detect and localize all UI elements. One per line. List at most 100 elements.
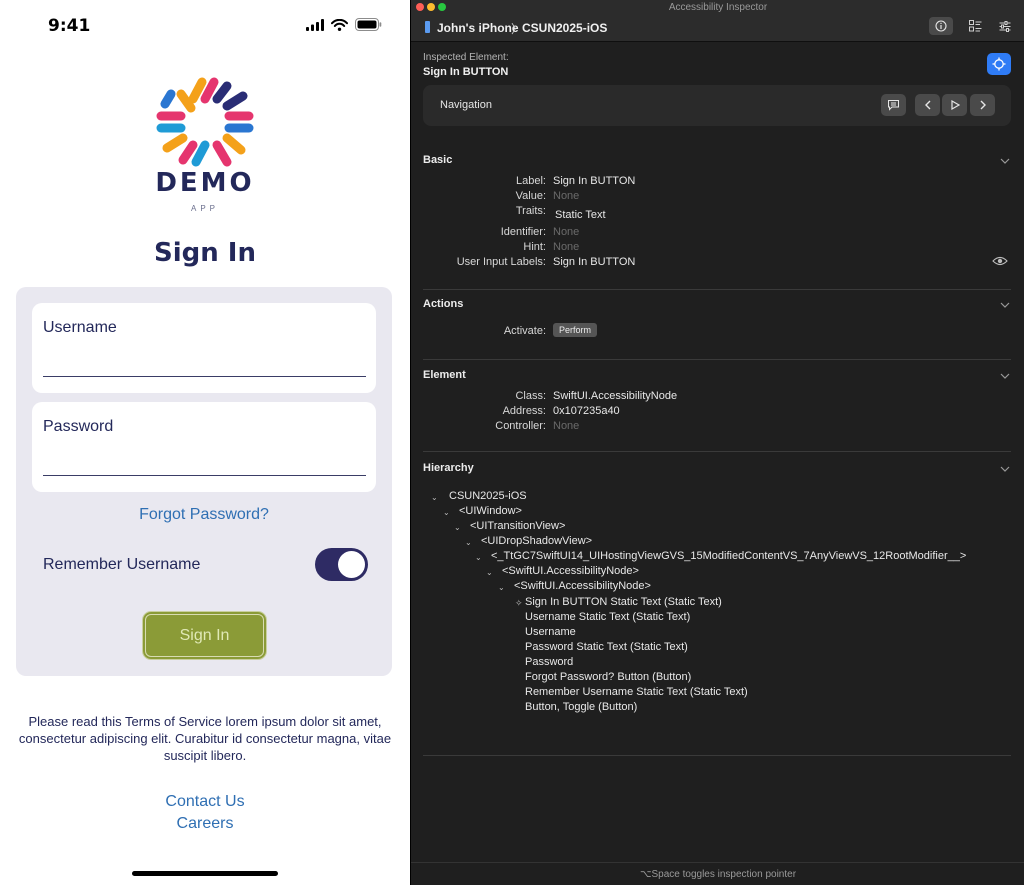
previous-element-button[interactable] — [915, 94, 940, 116]
perform-button[interactable]: Perform — [553, 323, 598, 337]
value-value: None — [553, 190, 580, 202]
controller-key: Controller: — [495, 420, 546, 432]
value-key: Value: — [515, 190, 546, 202]
address-key: Address: — [502, 405, 546, 417]
window-titlebar: Accessibility Inspector John's iPhone 〉 … — [411, 0, 1024, 42]
section-divider — [423, 755, 1011, 756]
page-title: Sign In — [154, 238, 256, 268]
inspection-pointer-hint: ⌥Space toggles inspection pointer — [639, 869, 797, 880]
disclosure-chevron-icon[interactable]: ⌄ — [443, 508, 450, 517]
toggle-knob — [338, 551, 365, 578]
hierarchy-node[interactable]: CSUN2025-iOS — [449, 490, 527, 502]
navigation-label: Navigation — [440, 99, 492, 111]
section-divider — [423, 359, 1011, 360]
chevron-right-icon — [980, 100, 986, 110]
hierarchy-node[interactable]: Remember Username Static Text (Static Te… — [525, 686, 748, 698]
play-icon — [950, 100, 960, 110]
forgot-password-link[interactable]: Forgot Password? — [16, 506, 392, 524]
sign-in-button[interactable]: Sign In — [142, 611, 267, 660]
hierarchy-node[interactable]: Forgot Password? Button (Button) — [525, 671, 691, 683]
hierarchy-node[interactable]: <SwiftUI.AccessibilityNode> — [514, 580, 651, 592]
chevron-left-icon — [924, 100, 930, 110]
hint-value: None — [553, 241, 580, 253]
traits-key: Traits: — [515, 205, 546, 217]
hierarchy-node[interactable]: Username Static Text (Static Text) — [525, 611, 690, 623]
class-value: SwiftUI.AccessibilityNode — [553, 390, 678, 402]
remember-username-toggle[interactable] — [315, 548, 368, 581]
hierarchy-node[interactable]: Username — [525, 626, 576, 638]
password-input[interactable] — [43, 450, 366, 476]
class-key: Class: — [515, 390, 546, 402]
hierarchy-node[interactable]: <UIWindow> — [459, 505, 522, 517]
audit-list-icon — [968, 20, 981, 32]
section-divider — [423, 451, 1011, 452]
terms-of-service-text: Please read this Terms of Service lorem … — [18, 714, 392, 763]
next-element-button[interactable] — [970, 94, 995, 116]
logo-wordmark: DEMO — [155, 168, 255, 198]
disclosure-chevron-icon[interactable]: ⌄ — [454, 523, 461, 532]
battery-icon — [355, 18, 382, 31]
element-section-title[interactable]: Element — [423, 369, 466, 381]
identifier-key: Identifier: — [500, 226, 546, 238]
play-button[interactable] — [942, 94, 967, 116]
selection-pointer-icon: ✧ — [515, 598, 523, 608]
hierarchy-node[interactable]: <UIDropShadowView> — [481, 535, 592, 547]
actions-section-title[interactable]: Actions — [423, 298, 463, 310]
username-input[interactable] — [43, 351, 366, 377]
eye-icon[interactable] — [992, 255, 1008, 267]
speak-button[interactable] — [881, 94, 906, 116]
cellular-signal-icon — [306, 18, 324, 31]
disclosure-chevron-icon[interactable]: ⌄ — [486, 568, 493, 577]
audit-tab-button[interactable] — [963, 17, 987, 35]
status-bar: 9:41 — [0, 0, 410, 50]
chevron-down-icon[interactable] — [999, 156, 1011, 166]
username-field-box: Username — [32, 303, 376, 393]
hierarchy-node[interactable]: <UITransitionView> — [470, 520, 565, 532]
inspected-element-name: Sign In BUTTON — [423, 66, 509, 78]
hierarchy-node[interactable]: Sign In BUTTON Static Text (Static Text) — [525, 596, 722, 608]
bottom-status-bar: ⌥Space toggles inspection pointer — [411, 862, 1024, 885]
wifi-icon — [331, 18, 348, 31]
hierarchy-node[interactable]: Button, Toggle (Button) — [525, 701, 637, 713]
hierarchy-node[interactable]: Password Static Text (Static Text) — [525, 641, 688, 653]
chevron-down-icon[interactable] — [999, 300, 1011, 310]
traits-value: Static Text — [555, 209, 606, 221]
navigation-panel: Navigation — [423, 85, 1011, 126]
address-value: 0x107235a40 — [553, 405, 620, 417]
device-selector[interactable]: John's iPhone — [437, 21, 519, 35]
inspection-tab-button[interactable] — [929, 17, 953, 35]
remember-username-label: Remember Username — [43, 556, 201, 573]
hierarchy-node[interactable]: <_TtGC7SwiftUI14_UIHostingViewGVS_15Modi… — [491, 550, 966, 562]
password-field-box: Password — [32, 402, 376, 492]
inspected-element-label: Inspected Element: — [423, 52, 509, 63]
disclosure-chevron-icon[interactable]: ⌄ — [475, 553, 482, 562]
hierarchy-node[interactable]: Password — [525, 656, 573, 668]
password-label: Password — [43, 418, 114, 435]
chevron-down-icon[interactable] — [999, 371, 1011, 381]
section-divider — [423, 289, 1011, 290]
basic-section-title[interactable]: Basic — [423, 154, 452, 166]
iphone-screen: 9:41 DEMO APP Sign In Username Password … — [0, 0, 410, 885]
info-icon — [935, 20, 947, 32]
window-title: Accessibility Inspector — [668, 2, 768, 13]
target-app-selector[interactable]: CSUN2025-iOS — [522, 21, 607, 35]
username-label: Username — [43, 319, 117, 336]
settings-tab-button[interactable] — [993, 17, 1017, 35]
disclosure-chevron-icon[interactable]: ⌄ — [431, 493, 438, 502]
chevron-down-icon[interactable] — [999, 464, 1011, 474]
iphone-icon — [425, 21, 430, 33]
disclosure-chevron-icon[interactable]: ⌄ — [498, 583, 505, 592]
hierarchy-node[interactable]: <SwiftUI.AccessibilityNode> — [502, 565, 639, 577]
user-input-labels-value: Sign In BUTTON — [553, 256, 636, 268]
hint-key: Hint: — [523, 241, 546, 253]
demo-app-logo-icon — [156, 77, 254, 167]
home-indicator[interactable] — [132, 871, 278, 876]
contact-us-link[interactable]: Contact Us — [0, 793, 410, 811]
speech-bubble-icon — [888, 100, 899, 111]
careers-link[interactable]: Careers — [0, 815, 410, 833]
activate-key: Activate: — [503, 325, 546, 337]
label-key: Label: — [516, 175, 546, 187]
hierarchy-section-title[interactable]: Hierarchy — [423, 462, 474, 474]
disclosure-chevron-icon[interactable]: ⌄ — [465, 538, 472, 547]
inspection-pointer-button[interactable] — [987, 53, 1011, 75]
